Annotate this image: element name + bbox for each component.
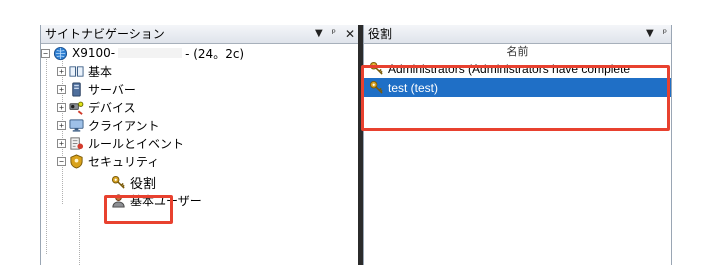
server-icon <box>72 81 81 97</box>
keys-icon <box>369 61 383 75</box>
roles-list: Administrators (Administrators have comp… <box>364 59 671 97</box>
expand-toggle[interactable]: + <box>57 66 66 76</box>
site-navigation-title: サイトナビゲーション <box>45 27 165 41</box>
tree-item-label: 役割 <box>130 176 157 192</box>
tree-item-label: 基本 <box>88 64 113 79</box>
close-button[interactable]: ✕ <box>345 25 355 43</box>
expand-toggle[interactable]: + <box>57 120 66 130</box>
tree-item-devices[interactable]: + デバイス <box>57 98 136 116</box>
redacted-text <box>118 48 183 58</box>
tree-item-security[interactable]: − セキュリティ <box>57 152 159 170</box>
keys-icon <box>369 80 383 94</box>
tree-item-basic[interactable]: + 基本 <box>57 62 112 80</box>
tree-item-servers[interactable]: + サーバー <box>57 80 136 98</box>
pin-button[interactable]: ᵖ <box>332 25 336 43</box>
keys-icon <box>111 175 125 189</box>
tree-root-server[interactable]: − X9100- - (24。2c) <box>41 44 244 62</box>
role-name: Administrators (Administrators have comp… <box>388 61 631 76</box>
tree-item-label: クライアント <box>88 118 160 133</box>
tree-item-label: ルールとイベント <box>88 136 185 151</box>
rules-icon <box>70 136 84 150</box>
role-row-test[interactable]: test (test) <box>364 78 671 97</box>
tree-item-label: 基本ユーザー <box>130 193 202 208</box>
server-globe-icon <box>53 46 68 60</box>
expand-toggle[interactable]: + <box>57 138 66 148</box>
roles-title: 役割 <box>368 27 393 41</box>
tree-item-clients[interactable]: + クライアント <box>57 116 160 134</box>
dropdown-button[interactable]: ▼ <box>646 25 654 43</box>
expand-toggle[interactable]: + <box>57 84 66 94</box>
tree-item-label: セキュリティ <box>88 154 160 169</box>
roles-titlebar: 役割 ▼ ᵖ <box>364 25 671 44</box>
roles-panel: 役割 ▼ ᵖ 名前 Administrators (Administrators… <box>363 25 672 265</box>
expand-toggle[interactable]: + <box>57 102 66 112</box>
tree-root-name: X9100- <box>72 46 116 60</box>
tree-root-version: - (24。2c) <box>185 46 245 61</box>
monitor-icon <box>69 118 84 132</box>
collapse-toggle[interactable]: − <box>57 156 66 166</box>
devices-icon <box>69 101 84 115</box>
tree-item-rules-events[interactable]: + ルールとイベント <box>57 134 184 152</box>
role-name: test (test) <box>388 80 439 95</box>
dropdown-button[interactable]: ▼ <box>315 25 323 43</box>
tree-item-label: サーバー <box>88 82 136 97</box>
tree-item-basic-users[interactable]: 基本ユーザー <box>111 191 202 209</box>
tree-item-roles[interactable]: 役割 <box>111 173 157 192</box>
security-icon <box>70 153 83 169</box>
collapse-toggle[interactable]: − <box>41 48 50 58</box>
book-icon <box>69 65 84 77</box>
tree-item-label: デバイス <box>88 100 136 115</box>
user-icon <box>112 193 125 208</box>
site-navigation-panel: サイトナビゲーション ▼ ᵖ ✕ − X9100- - (24。2c) + 基本… <box>40 25 359 265</box>
role-row-administrators[interactable]: Administrators (Administrators have comp… <box>364 59 671 78</box>
site-navigation-titlebar: サイトナビゲーション ▼ ᵖ ✕ <box>41 25 359 44</box>
name-column-header[interactable]: 名前 <box>364 44 671 59</box>
pin-button[interactable]: ᵖ <box>663 25 667 43</box>
